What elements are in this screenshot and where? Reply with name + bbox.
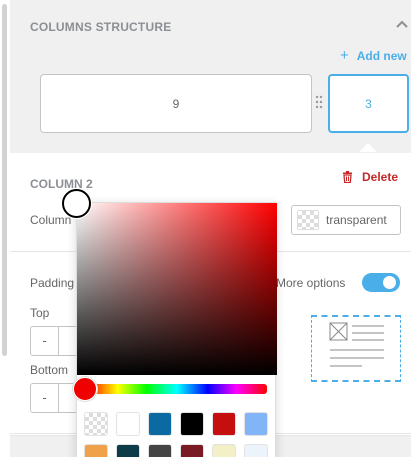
column-width-value: 3 [365, 96, 372, 111]
column-color-label: Column [30, 213, 72, 227]
layout-preview [311, 315, 401, 382]
transparent-swatch-icon [297, 210, 319, 230]
plus-icon: + [340, 47, 349, 64]
column-width-2[interactable]: 3 [328, 74, 409, 152]
hue-slider[interactable] [87, 384, 267, 394]
color-picker-popover [62, 189, 277, 457]
column-width-1[interactable]: 9 [40, 74, 312, 133]
hue-slider-knob[interactable] [73, 377, 97, 401]
preset-color-swatch[interactable] [212, 412, 236, 436]
scrollbar-thumb[interactable] [2, 4, 7, 356]
column-header: COLUMN 2 [30, 177, 93, 191]
columns-structure-section: COLUMNS STRUCTURE + Add new 9 3 [10, 0, 411, 153]
editor-panel: COLUMNS STRUCTURE + Add new 9 3 COLUMN 2 … [0, 0, 411, 457]
color-swatch-button[interactable]: transparent [291, 205, 401, 235]
preset-color-swatch[interactable] [148, 412, 172, 436]
image-text-layout-icon [329, 322, 384, 367]
more-options-toggle[interactable] [362, 273, 400, 292]
preset-color-swatch[interactable] [244, 412, 268, 436]
add-new-button[interactable]: + Add new [340, 47, 407, 64]
padding-bottom-label: Bottom [30, 363, 69, 377]
preset-color-swatch[interactable] [84, 444, 108, 457]
preset-color-swatch[interactable] [148, 444, 172, 457]
color-value: transparent [326, 213, 387, 227]
decrement-button[interactable]: - [31, 327, 59, 355]
preset-color-swatch[interactable] [84, 412, 108, 436]
trash-icon [343, 171, 352, 183]
drag-handle-icon[interactable] [315, 95, 323, 109]
delete-column-button[interactable]: Delete [342, 170, 398, 184]
padding-top-label: Top [30, 306, 50, 320]
chevron-up-icon[interactable] [394, 17, 410, 33]
scrollbar-track[interactable] [0, 0, 10, 457]
decrement-button[interactable]: - [31, 384, 59, 412]
toggle-knob [383, 276, 396, 289]
saturation-cursor[interactable] [62, 189, 91, 218]
delete-label: Delete [362, 170, 399, 184]
column-width-value: 9 [172, 96, 180, 111]
padding-bottom-stepper[interactable]: - [30, 383, 78, 413]
padding-label: Padding [30, 276, 75, 290]
preset-color-swatch[interactable] [212, 444, 236, 457]
padding-top-stepper[interactable]: - [30, 326, 78, 356]
preset-color-swatch[interactable] [244, 444, 268, 457]
preset-color-swatch[interactable] [116, 444, 140, 457]
saturation-area[interactable] [77, 203, 277, 375]
add-new-label: Add new [356, 49, 407, 63]
section-title: COLUMNS STRUCTURE [30, 20, 172, 34]
more-options-label: More options [276, 276, 346, 290]
preset-color-swatch[interactable] [180, 412, 204, 436]
preset-color-swatch[interactable] [180, 444, 204, 457]
preset-color-swatch[interactable] [116, 412, 140, 436]
